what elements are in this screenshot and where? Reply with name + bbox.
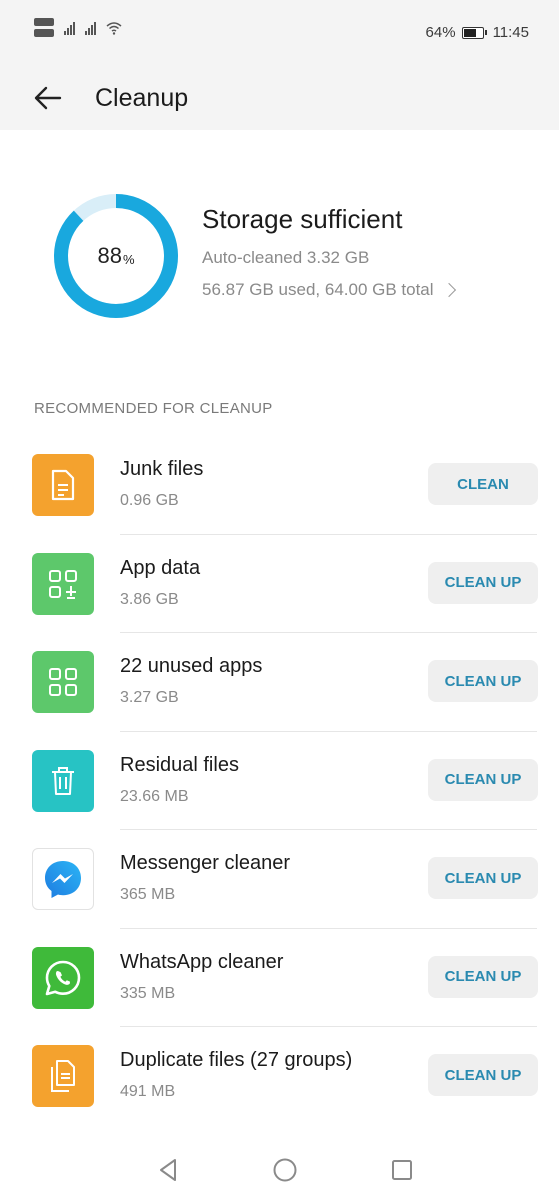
item-name: Duplicate files (27 groups) [120, 1049, 353, 1071]
status-icons-left [34, 18, 122, 37]
auto-cleaned-text: Auto-cleaned 3.32 GB [202, 248, 370, 267]
item-size: 3.27 GB [120, 689, 179, 706]
item-size: 0.96 GB [120, 492, 179, 509]
item-name: WhatsApp cleaner [120, 950, 284, 973]
clean-button[interactable]: CLEAN [428, 463, 538, 505]
messenger-icon [32, 848, 94, 910]
wifi-icon [106, 21, 122, 35]
duplicate-files-icon [32, 1045, 94, 1107]
cleanup-list: Junk files 0.96 GB CLEAN App data 3.86 G… [0, 436, 559, 1126]
list-item: Duplicate files (27 groups) 491 MB CLEAN… [0, 1027, 559, 1126]
item-size: 491 MB [120, 1083, 176, 1100]
back-button[interactable] [30, 80, 66, 116]
item-name: Messenger cleaner [120, 852, 291, 874]
item-name: Residual files [120, 753, 239, 776]
list-item: WhatsApp cleaner 335 MB CLEAN UP [0, 929, 559, 1027]
signal-icon [64, 21, 75, 35]
item-name: 22 unused apps [120, 655, 263, 677]
app-bar: Cleanup [0, 66, 559, 130]
storage-usage-text: 56.87 GB used, 64.00 GB total [202, 280, 434, 299]
status-bar: 64% 11:45 [0, 0, 559, 66]
status-icons-right: 64% 11:45 [426, 24, 529, 41]
item-size: 365 MB [120, 886, 176, 903]
clean-up-button[interactable]: CLEAN UP [428, 857, 538, 899]
storage-percent-unit: % [122, 251, 135, 267]
battery-icon [461, 26, 487, 39]
clean-up-button[interactable]: CLEAN UP [428, 1054, 538, 1096]
whatsapp-icon [32, 946, 94, 1009]
storage-percent: 88% [52, 192, 180, 320]
list-item: Messenger cleaner 365 MB CLEAN UP [0, 830, 559, 929]
storage-usage-link[interactable]: 56.87 GB used, 64.00 GB total [202, 280, 456, 300]
chevron-right-icon [441, 282, 456, 298]
unused-apps-icon [32, 651, 94, 713]
clean-up-button[interactable]: CLEAN UP [428, 758, 538, 801]
item-name: App data [120, 556, 201, 579]
sim-icon [34, 18, 54, 37]
item-size: 335 MB [120, 984, 176, 1002]
trash-icon [32, 749, 94, 812]
back-arrow-icon [34, 86, 62, 110]
navigation-bar [0, 1140, 559, 1200]
item-name: Junk files [120, 458, 204, 480]
list-item: Junk files 0.96 GB CLEAN [0, 436, 559, 535]
storage-status: Storage sufficient [202, 204, 403, 234]
storage-percent-value: 88 [97, 243, 122, 268]
item-size: 23.66 MB [120, 787, 189, 805]
item-size: 3.86 GB [120, 590, 179, 608]
list-item: App data 3.86 GB CLEAN UP [0, 535, 559, 633]
clean-up-button[interactable]: CLEAN UP [428, 660, 538, 702]
battery-percent: 64% [425, 24, 456, 41]
page-title: Cleanup [95, 84, 189, 112]
clean-up-button[interactable]: CLEAN UP [428, 955, 538, 998]
list-item: Residual files 23.66 MB CLEAN UP [0, 732, 559, 830]
back-triangle-icon[interactable] [153, 1154, 185, 1186]
clock: 11:45 [492, 24, 529, 41]
section-title: RECOMMENDED FOR CLEANUP [34, 400, 273, 417]
app-data-icon [32, 552, 94, 615]
clean-up-button[interactable]: CLEAN UP [428, 561, 538, 604]
list-item: 22 unused apps 3.27 GB CLEAN UP [0, 633, 559, 732]
junk-files-icon [32, 454, 94, 516]
recents-square-icon[interactable] [386, 1154, 418, 1186]
home-circle-icon[interactable] [269, 1154, 301, 1186]
signal-icon [85, 21, 96, 35]
